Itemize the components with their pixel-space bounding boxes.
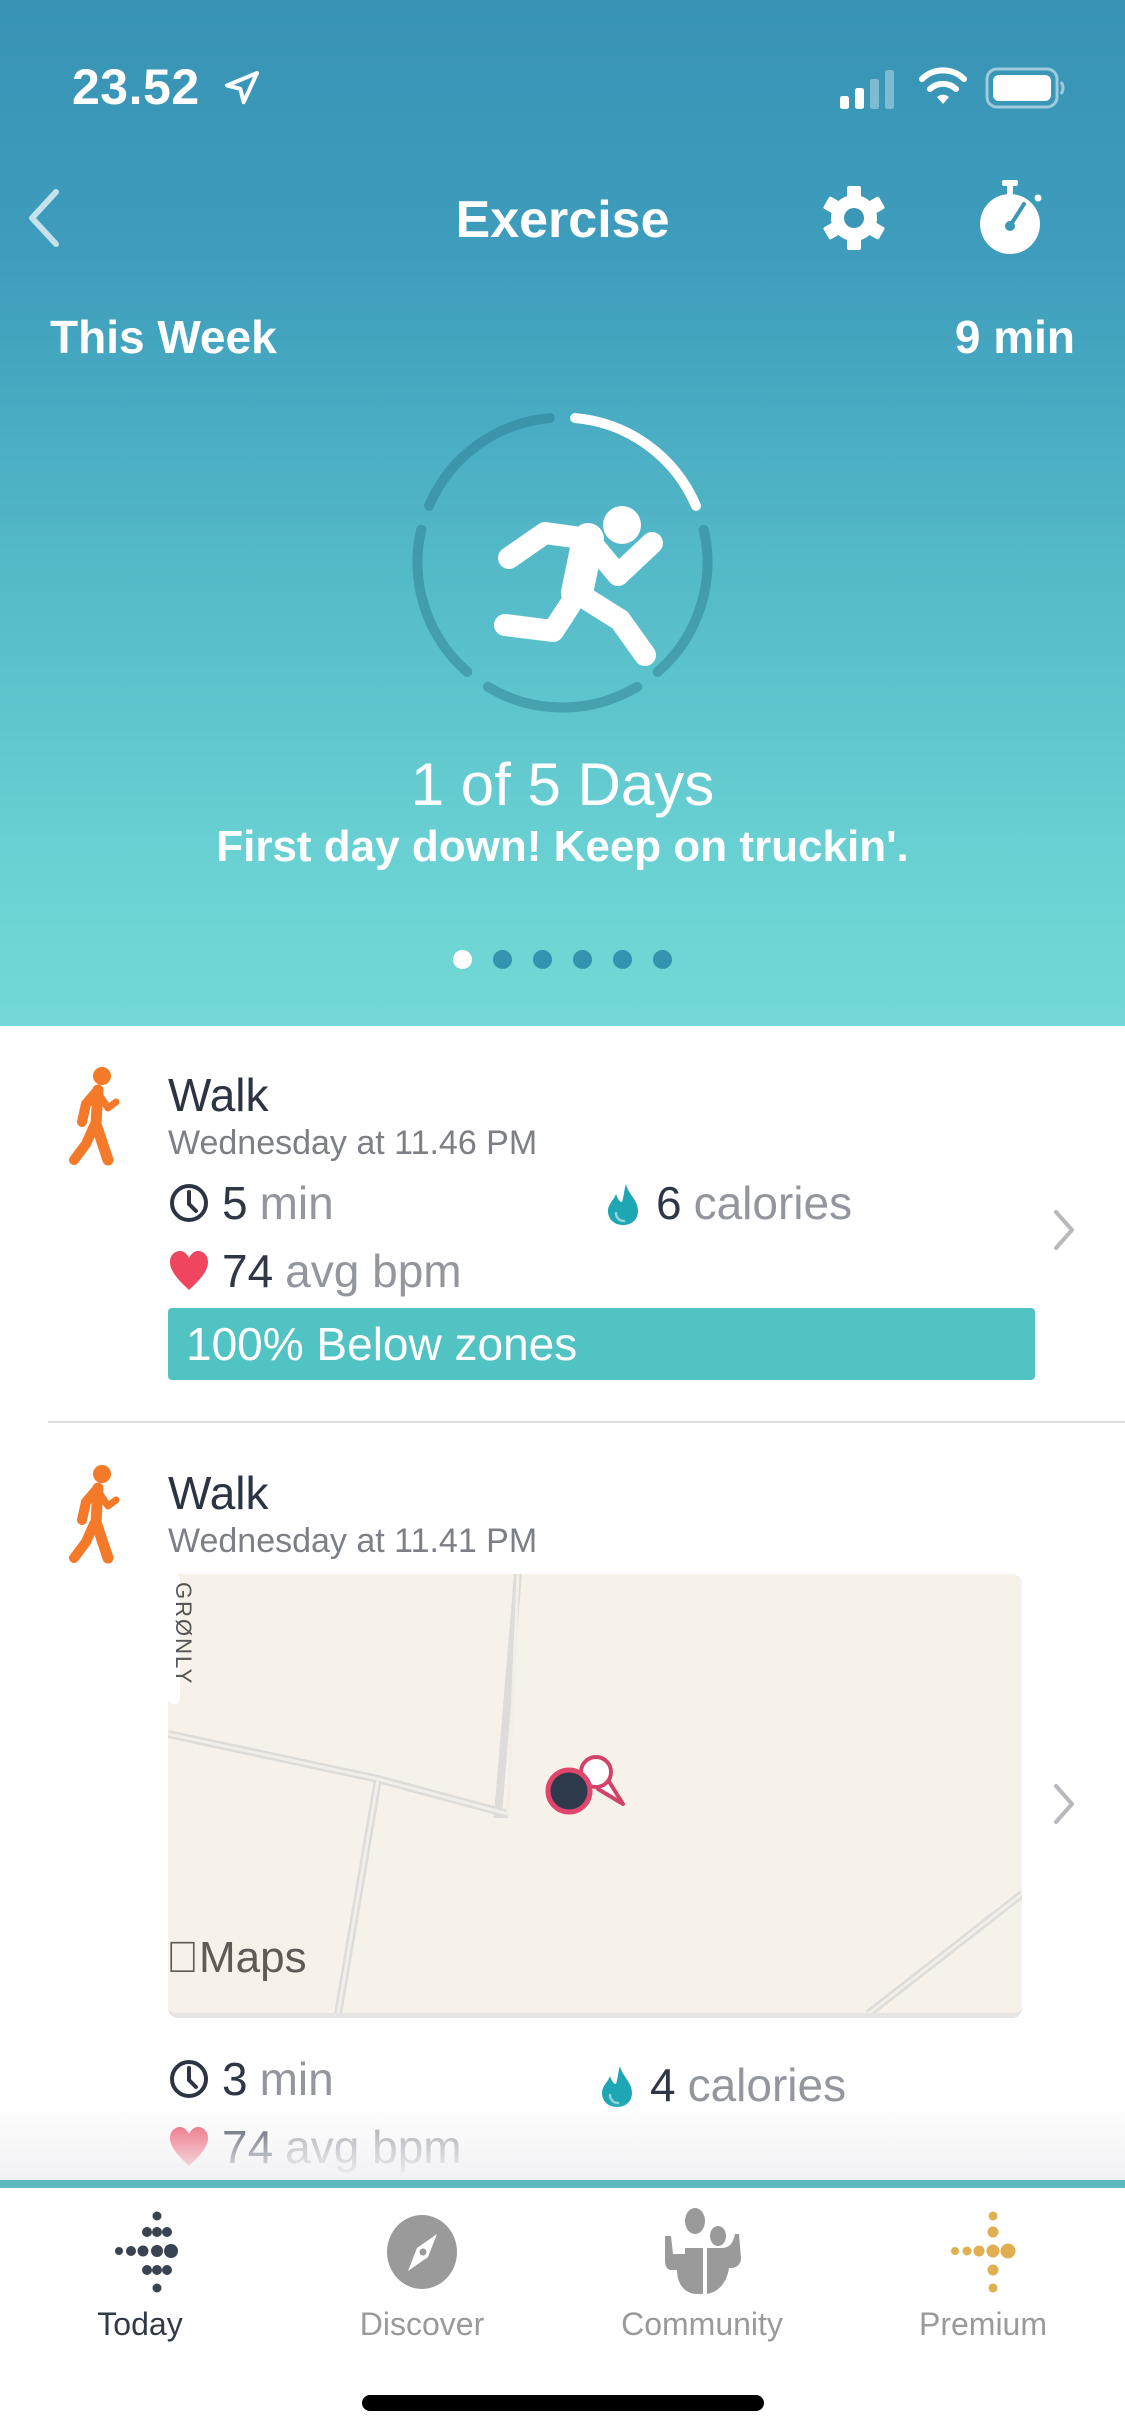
apple-maps-logo: Maps: [168, 1933, 307, 1983]
running-person-icon: [494, 506, 663, 666]
tab-label: Today: [97, 2306, 183, 2342]
stopwatch-icon[interactable]: [972, 178, 1048, 258]
heart-icon: [170, 1251, 208, 1290]
status-time: 23.52: [72, 59, 200, 115]
navigation-bar: Exercise: [0, 170, 1125, 260]
tab-today[interactable]: Today: [0, 2188, 280, 2368]
activity-name: Walk: [168, 1069, 269, 1121]
cellular-signal-icon: [840, 70, 894, 109]
ring-segment-incomplete: [424, 413, 555, 511]
clock-icon: [170, 1184, 208, 1222]
tab-community[interactable]: Community: [562, 2188, 842, 2368]
duration-unit: min: [259, 2053, 334, 2105]
page-dot[interactable]: [453, 950, 472, 969]
list-fade-overlay: [0, 2100, 1125, 2180]
exercise-list-item[interactable]: Walk Wednesday at 11.41 PM GRØNLY Maps 3…: [0, 1424, 1125, 2184]
battery-icon: [985, 67, 1065, 109]
ring-segment-incomplete: [652, 524, 713, 677]
route-map[interactable]: GRØNLY Maps: [168, 1574, 1022, 2018]
ring-segment-incomplete: [412, 524, 473, 677]
tab-discover[interactable]: Discover: [282, 2188, 562, 2368]
week-label: This Week: [50, 311, 277, 363]
home-indicator: [362, 2395, 764, 2411]
fitbit-dots-icon: [115, 2211, 178, 2293]
heart-rate-zones-bar: 100% Below zones: [168, 1308, 1035, 1380]
tab-premium[interactable]: Premium: [843, 2188, 1123, 2368]
compass-icon: [387, 2215, 457, 2289]
activity-timestamp: Wednesday at 11.41 PM: [168, 1522, 538, 1560]
heart-rate-value: 74: [222, 1245, 274, 1297]
heart-rate-unit: avg bpm: [285, 1245, 462, 1297]
calorie-flame-icon: [608, 1184, 638, 1225]
walking-person-icon: [69, 1067, 120, 1166]
walking-person-icon: [69, 1465, 120, 1564]
calories-stat: 6 calories: [602, 1176, 852, 1230]
calories-unit: calories: [693, 1177, 853, 1229]
page-title: Exercise: [455, 191, 670, 249]
ring-segment-incomplete: [482, 681, 643, 713]
map-street-label: GRØNLY: [171, 1582, 196, 1686]
page-dot[interactable]: [613, 950, 632, 969]
tab-label: Discover: [359, 2306, 485, 2342]
tab-label: Community: [621, 2306, 783, 2342]
weekly-progress-text: 1 of 5 Days: [410, 751, 715, 818]
status-bar: 23.52: [0, 0, 1125, 140]
duration-stat: 3 min: [168, 2052, 334, 2106]
activity-name: Walk: [168, 1467, 269, 1519]
page-dot[interactable]: [533, 950, 552, 969]
motivation-text: First day down! Keep on truckin'.: [216, 822, 909, 871]
premium-dots-icon: [951, 2211, 1016, 2293]
ring-segment-complete: [570, 413, 701, 511]
weekly-goal-ring: [412, 413, 713, 713]
wifi-icon: [919, 67, 967, 104]
page-dot[interactable]: [573, 950, 592, 969]
activity-timestamp: Wednesday at 11.46 PM: [168, 1124, 538, 1162]
location-arrow-icon: [225, 71, 259, 105]
chevron-right-icon: [1054, 1784, 1074, 1824]
tab-label: Premium: [918, 2306, 1047, 2342]
exercise-summary-header: 23.52 Exercise This Week 9 min 1 of 5 Da…: [0, 0, 1125, 1026]
list-divider: [48, 1421, 1125, 1423]
gear-icon[interactable]: [818, 182, 890, 254]
page-dot[interactable]: [493, 950, 512, 969]
duration-value: 5: [222, 1177, 248, 1229]
week-total-time: 9 min: [954, 311, 1075, 363]
page-indicator[interactable]: [0, 950, 1125, 969]
maps-provider-label: Maps: [168, 1933, 307, 1982]
route-endpoint-marker: [545, 1755, 625, 1815]
community-people-icon: [665, 2208, 741, 2294]
exercise-list-item[interactable]: Walk Wednesday at 11.46 PM 5 min 6 calor…: [0, 1026, 1125, 1424]
chevron-right-icon: [1054, 1210, 1074, 1250]
page-dot[interactable]: [653, 950, 672, 969]
heart-rate-stat: 74 avg bpm: [168, 1244, 462, 1298]
duration-unit: min: [259, 1177, 334, 1229]
duration-value: 3: [222, 2053, 248, 2105]
duration-stat: 5 min: [168, 1176, 334, 1230]
clock-icon: [170, 2060, 208, 2098]
calories-value: 6: [656, 1177, 682, 1229]
